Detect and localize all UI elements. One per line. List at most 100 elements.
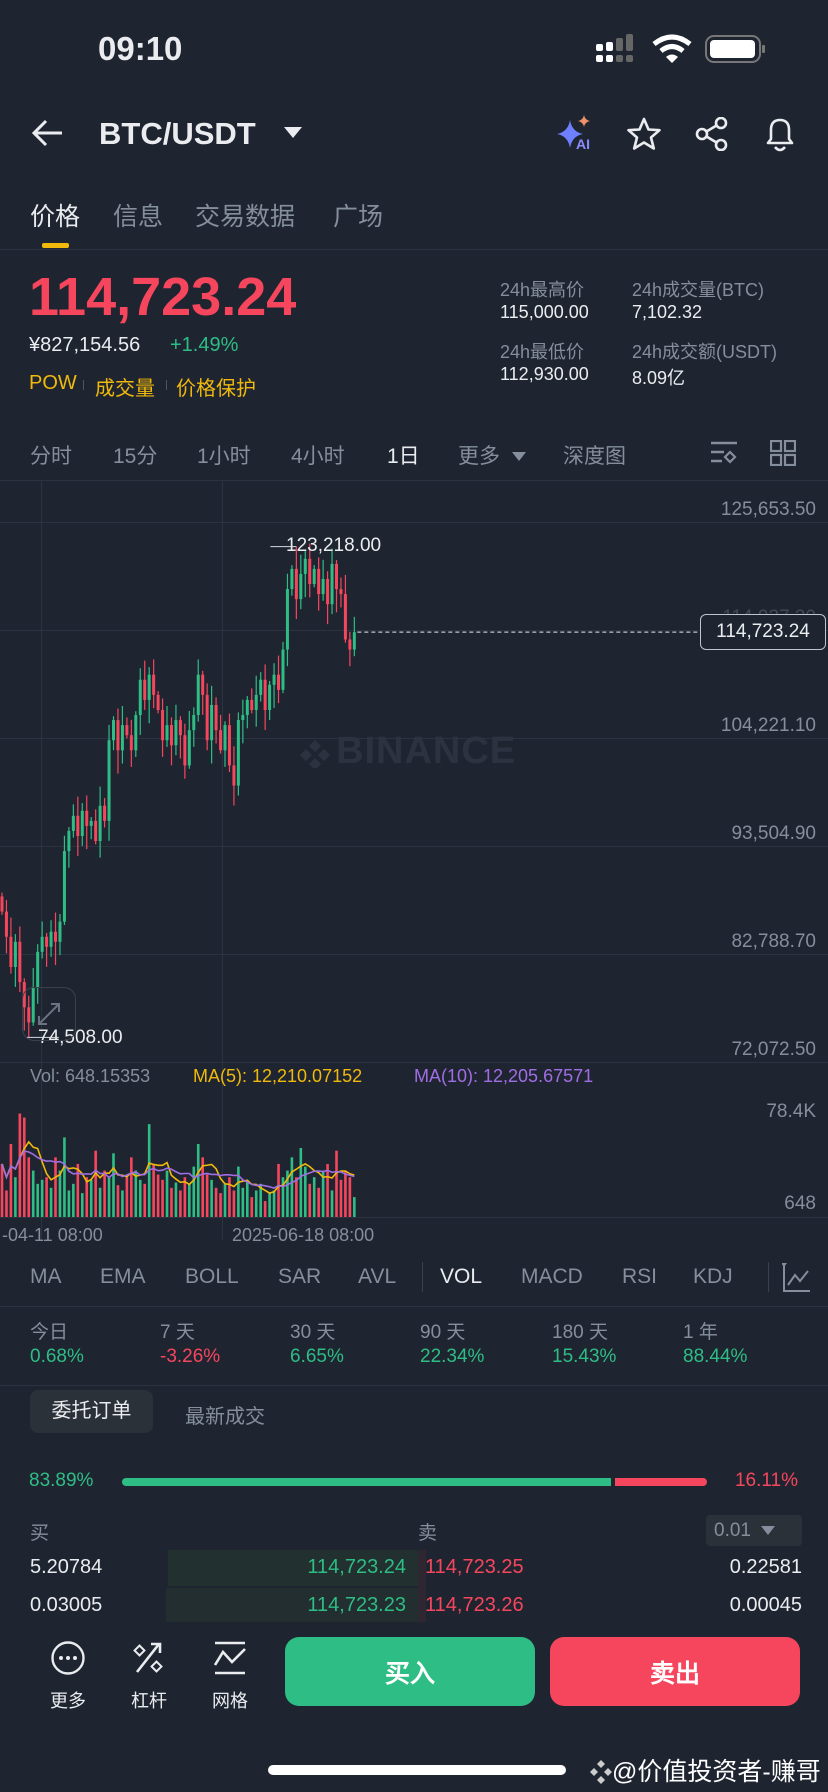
leverage-tool[interactable]: 杠杆 xyxy=(114,1640,184,1713)
indicator-sar[interactable]: SAR xyxy=(278,1265,321,1289)
candle-body xyxy=(281,649,285,690)
period-change: 0.68% xyxy=(30,1346,84,1367)
volume-bar xyxy=(49,1187,53,1217)
candle-body xyxy=(0,896,4,912)
volume-bar xyxy=(98,1187,102,1217)
candle-body xyxy=(147,674,151,700)
volume-bar xyxy=(63,1137,66,1217)
current-price-tag[interactable]: 114,723.24 xyxy=(700,614,826,650)
tab-order-book[interactable]: 委托订单 xyxy=(30,1390,153,1433)
volume-bar xyxy=(246,1179,249,1217)
candle-body xyxy=(290,568,294,590)
period-change: -3.26% xyxy=(160,1346,221,1367)
indicator-rsi[interactable]: RSI xyxy=(622,1265,657,1289)
volume-bar xyxy=(299,1148,303,1217)
author-watermark-text: @价值投资者-赚哥 xyxy=(612,1758,821,1786)
period-label: 90 天 xyxy=(420,1322,466,1343)
candle-body xyxy=(71,815,75,831)
volume-bar xyxy=(134,1170,138,1217)
period-label: 180 天 xyxy=(552,1322,608,1343)
indicator-kdj[interactable]: KDJ xyxy=(693,1265,733,1289)
divider xyxy=(0,1385,828,1386)
candle-body xyxy=(161,709,165,741)
indicator-ema[interactable]: EMA xyxy=(100,1265,146,1289)
candle-body xyxy=(214,704,218,731)
candle-body xyxy=(107,740,111,821)
volume-bar xyxy=(228,1177,231,1217)
grid-tool-label: 网格 xyxy=(212,1691,248,1711)
candle-body xyxy=(312,568,316,585)
indicator-boll[interactable]: BOLL xyxy=(185,1265,239,1289)
ask-price[interactable]: 114,723.25 xyxy=(425,1556,524,1579)
tab-recent-trades[interactable]: 最新成交 xyxy=(185,1400,265,1429)
indicator-ma[interactable]: MA xyxy=(30,1265,62,1289)
candle-body xyxy=(85,810,89,826)
volume-bar xyxy=(348,1177,352,1217)
ask-qty: 0.00045 xyxy=(729,1594,802,1616)
indicator-divider xyxy=(768,1262,769,1292)
volume-bar xyxy=(317,1187,320,1217)
volume-bar xyxy=(272,1190,276,1217)
volume-bar xyxy=(188,1183,191,1217)
volume-bar xyxy=(45,1177,48,1217)
more-dots-icon xyxy=(51,1641,85,1675)
candle-body xyxy=(89,820,93,826)
leverage-icon xyxy=(133,1642,163,1673)
candle-body xyxy=(94,820,98,842)
indicator-macd[interactable]: MACD xyxy=(521,1265,583,1289)
volume-bar xyxy=(335,1150,338,1217)
indicator-vol[interactable]: VOL xyxy=(440,1265,482,1289)
ask-qty: 0.22581 xyxy=(729,1556,802,1578)
candle-body xyxy=(272,674,276,685)
indicator-avl[interactable]: AVL xyxy=(358,1265,396,1289)
candle-body xyxy=(268,684,272,710)
expand-chart-button[interactable] xyxy=(22,987,76,1041)
candle-body xyxy=(62,851,66,922)
author-watermark: @价值投资者-赚哥 xyxy=(590,1752,821,1788)
divider xyxy=(0,1306,828,1307)
candle-body xyxy=(330,563,334,605)
indicator-divider xyxy=(422,1262,423,1292)
candle-body xyxy=(303,558,307,574)
ask-price[interactable]: 114,723.26 xyxy=(425,1594,524,1617)
candle-body xyxy=(299,573,303,600)
volume-bar xyxy=(268,1193,271,1217)
candle-body xyxy=(245,699,249,716)
candle-body xyxy=(45,936,49,947)
volume-bar xyxy=(232,1190,236,1217)
candle-body xyxy=(54,931,58,942)
volume-bar xyxy=(237,1166,240,1217)
candle-body xyxy=(183,735,187,766)
precision-dropdown[interactable]: 0.01 xyxy=(706,1515,802,1546)
candle-body xyxy=(219,730,223,751)
volume-bar xyxy=(179,1190,182,1217)
volume-bar xyxy=(250,1197,254,1217)
volume-bar xyxy=(76,1163,80,1217)
candle-body xyxy=(143,679,147,700)
candle-body xyxy=(339,589,343,595)
indicator-settings-icon[interactable] xyxy=(782,1263,812,1293)
more-tool[interactable]: 更多 xyxy=(33,1640,103,1713)
sell-button[interactable]: 卖出 xyxy=(550,1637,800,1706)
volume-bar xyxy=(36,1183,39,1217)
volume-bar xyxy=(112,1153,115,1217)
volume-bar xyxy=(161,1179,164,1217)
candle-body xyxy=(227,725,231,766)
candle-body xyxy=(259,679,263,695)
bid-price[interactable]: 114,723.23 xyxy=(307,1594,406,1617)
candle-body xyxy=(254,694,258,710)
candle-body xyxy=(120,725,124,751)
volume-bar xyxy=(107,1177,111,1217)
precision-value: 0.01 xyxy=(714,1520,751,1541)
buy-button[interactable]: 买入 xyxy=(285,1637,535,1706)
volume-bar xyxy=(254,1190,258,1217)
candle-body xyxy=(76,815,80,836)
bid-price[interactable]: 114,723.24 xyxy=(307,1556,406,1579)
period-change: 6.65% xyxy=(290,1346,344,1367)
period-change: 88.44% xyxy=(683,1346,748,1367)
more-tool-label: 更多 xyxy=(50,1691,86,1711)
candle-body xyxy=(352,632,356,650)
candle-body xyxy=(285,589,289,650)
candle-body xyxy=(49,931,53,947)
grid-tool[interactable]: 网格 xyxy=(195,1640,265,1713)
